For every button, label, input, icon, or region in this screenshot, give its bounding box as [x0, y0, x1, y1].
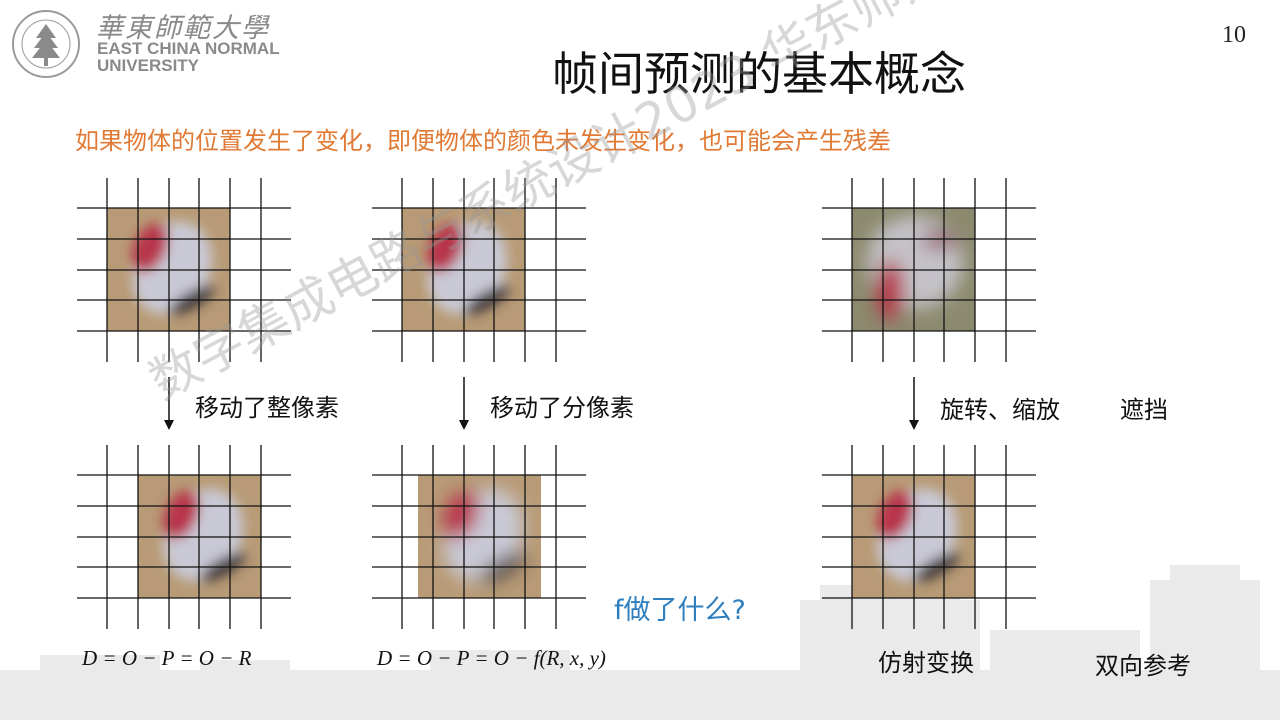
pixel-grid-bottom-middle [372, 445, 586, 629]
arrow-down-icon [164, 377, 174, 430]
pixel-grid-top-left [77, 178, 291, 362]
label-rotate-scale: 旋转、缩放 [940, 396, 1060, 424]
label-occlusion: 遮挡 [1120, 396, 1168, 424]
arrow-down-icon [459, 377, 469, 430]
pixel-grid-bottom-left [77, 445, 291, 629]
pixel-grid-top-middle [372, 178, 586, 362]
formula-integer: D = O − P = O − R [82, 646, 252, 670]
formula-subpixel: D = O − P = O − f(R, x, y) [377, 646, 606, 670]
label-integer-pixel-move: 移动了整像素 [195, 394, 339, 422]
question-text: f做了什么? [614, 595, 746, 626]
label-subpixel-move: 移动了分像素 [490, 394, 634, 422]
arrow-down-icon [909, 377, 919, 430]
pixel-grid-top-right [822, 178, 1036, 362]
pixel-grid-bottom-right [822, 445, 1036, 629]
label-bidirectional-reference: 双向参考 [1095, 652, 1191, 680]
label-affine-transform: 仿射变换 [878, 649, 974, 677]
